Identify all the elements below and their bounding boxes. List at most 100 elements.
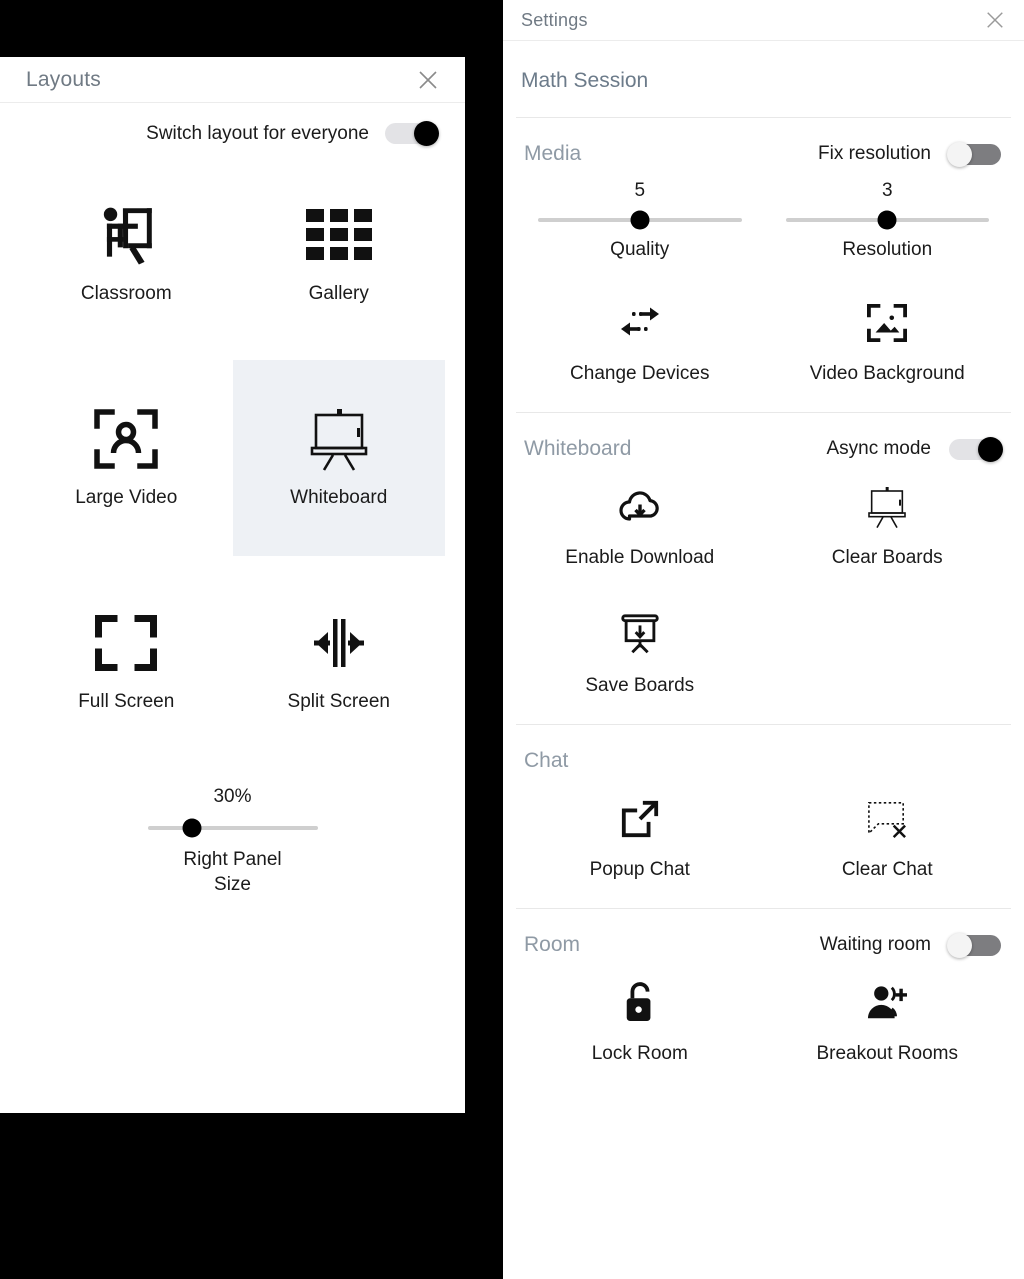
unlocked-padlock-icon	[622, 981, 658, 1025]
section-title: Chat	[524, 749, 569, 772]
lock-room-button[interactable]: Lock Room	[516, 965, 764, 1092]
quality-slider[interactable]	[538, 210, 742, 230]
section-title: Room	[524, 933, 581, 957]
section-room: Room Waiting room Lock Room Breakout Roo…	[503, 909, 1024, 1092]
cell-label: Lock Room	[591, 1043, 688, 1065]
board-download-icon	[618, 613, 662, 657]
quality-slider-block: 5 Quality	[516, 174, 764, 267]
slider-thumb[interactable]	[630, 210, 650, 230]
swap-arrows-icon	[617, 301, 663, 345]
cell-label: Popup Chat	[589, 859, 690, 880]
layout-tile-label: Split Screen	[287, 690, 390, 712]
layout-tile-grid: Classroom Gallery Large Video Whiteboard…	[20, 156, 445, 760]
switch-layout-everyone-label: Switch layout for everyone	[146, 122, 369, 144]
media-sliders: 5 Quality 3 Resolution	[516, 174, 1011, 267]
layout-tile-label: Large Video	[75, 486, 178, 508]
open-in-new-icon	[620, 797, 660, 841]
slider-track	[147, 826, 318, 830]
toggle-knob	[978, 436, 1003, 462]
fix-resolution-row: Fix resolution	[818, 141, 1001, 167]
toggle-knob	[414, 121, 439, 146]
resolution-slider[interactable]	[785, 210, 989, 230]
layout-tile-label: Gallery	[308, 282, 369, 304]
layouts-panel: Layouts Switch layout for everyone Class…	[0, 57, 465, 1113]
right-panel-size-value: 30%	[213, 786, 252, 807]
layout-tile-whiteboard[interactable]: Whiteboard	[232, 360, 445, 556]
easel-icon	[864, 485, 910, 529]
cell-label: Save Boards	[585, 674, 695, 696]
switch-layout-everyone-toggle[interactable]	[385, 121, 439, 146]
save-boards-button[interactable]: Save Boards	[516, 597, 764, 724]
whiteboard-actions: Enable Download Clear Boards Save Boards	[516, 469, 1011, 724]
cell-label: Enable Download	[565, 547, 715, 569]
enable-download-button[interactable]: Enable Download	[516, 469, 764, 596]
layout-tile-split-screen[interactable]: Split Screen	[233, 564, 446, 760]
clear-chat-button[interactable]: Clear Chat	[764, 781, 1012, 908]
resolution-label: Resolution	[842, 239, 933, 260]
person-frame-icon	[93, 406, 159, 472]
easel-icon	[305, 406, 373, 472]
waiting-room-label: Waiting room	[819, 934, 931, 956]
toggle-knob	[947, 932, 972, 958]
layout-tile-label: Full Screen	[78, 690, 175, 712]
split-screen-icon	[306, 610, 372, 676]
section-whiteboard-head: Whiteboard Async mode	[516, 413, 1011, 469]
cell-label: Clear Boards	[831, 547, 943, 569]
cell-label: Clear Chat	[841, 859, 933, 880]
resolution-value: 3	[881, 180, 893, 201]
video-background-button[interactable]: Video Background	[764, 285, 1012, 412]
page-title: Layouts	[26, 67, 101, 91]
toggle-knob	[947, 141, 972, 167]
resolution-slider-block: 3 Resolution	[764, 174, 1012, 267]
settings-panel-header: Settings	[503, 0, 1024, 41]
classroom-icon	[93, 202, 159, 268]
quality-value: 5	[634, 180, 646, 201]
clear-boards-button[interactable]: Clear Boards	[764, 469, 1012, 596]
settings-panel: Settings Math Session Media Fix resoluti…	[503, 0, 1024, 1279]
layout-tile-full-screen[interactable]: Full Screen	[20, 564, 233, 760]
section-title: Media	[524, 142, 582, 165]
close-icon[interactable]	[980, 5, 1010, 35]
layout-tile-classroom[interactable]: Classroom	[20, 156, 233, 352]
waiting-room-toggle[interactable]	[947, 932, 1001, 958]
breakout-rooms-button[interactable]: Breakout Rooms	[764, 965, 1012, 1092]
fullscreen-icon	[94, 610, 158, 676]
section-chat-head: Chat	[516, 725, 1011, 781]
cloud-download-icon	[617, 485, 663, 529]
async-mode-row: Async mode	[826, 436, 1003, 462]
cell-label: Breakout Rooms	[816, 1043, 958, 1065]
grid-icon	[305, 202, 372, 268]
chat-actions: Popup Chat Clear Chat	[516, 781, 1011, 908]
cell-label: Change Devices	[570, 362, 710, 384]
right-panel-size-slider-block: 30% Right Panel Size	[20, 760, 445, 897]
section-media-head: Media Fix resolution	[516, 118, 1011, 174]
fix-resolution-label: Fix resolution	[818, 143, 931, 164]
image-frame-icon	[866, 301, 908, 345]
popup-chat-button[interactable]: Popup Chat	[516, 781, 764, 908]
layout-tile-gallery[interactable]: Gallery	[233, 156, 446, 352]
layout-tile-large-video[interactable]: Large Video	[20, 360, 233, 556]
person-plus-icon	[863, 981, 911, 1025]
cell-label: Video Background	[809, 362, 965, 384]
section-chat: Chat Popup Chat Clear Chat	[503, 725, 1024, 908]
section-room-head: Room Waiting room	[516, 909, 1011, 965]
async-mode-toggle[interactable]	[949, 436, 1003, 462]
section-title: Whiteboard	[524, 437, 632, 461]
settings-title: Settings	[521, 9, 588, 30]
layout-tile-label: Whiteboard	[290, 486, 388, 508]
slider-thumb[interactable]	[182, 818, 202, 838]
section-whiteboard: Whiteboard Async mode Enable Download Cl…	[503, 413, 1024, 724]
media-actions: Change Devices Video Background	[516, 267, 1011, 412]
layouts-panel-header: Layouts	[0, 57, 465, 103]
fix-resolution-toggle[interactable]	[947, 141, 1001, 167]
slider-thumb[interactable]	[877, 210, 897, 230]
right-panel-size-label: Right Panel Size	[183, 849, 282, 895]
change-devices-button[interactable]: Change Devices	[516, 285, 764, 412]
right-panel-size-slider[interactable]	[147, 818, 318, 838]
section-media: Media Fix resolution 5 Quality 3 Resolut…	[503, 118, 1024, 412]
switch-layout-everyone-row: Switch layout for everyone	[20, 103, 445, 156]
close-icon[interactable]	[413, 65, 443, 95]
async-mode-label: Async mode	[826, 438, 931, 460]
session-name: Math Session	[521, 69, 649, 92]
layouts-panel-body: Switch layout for everyone Classroom Gal…	[0, 103, 465, 897]
